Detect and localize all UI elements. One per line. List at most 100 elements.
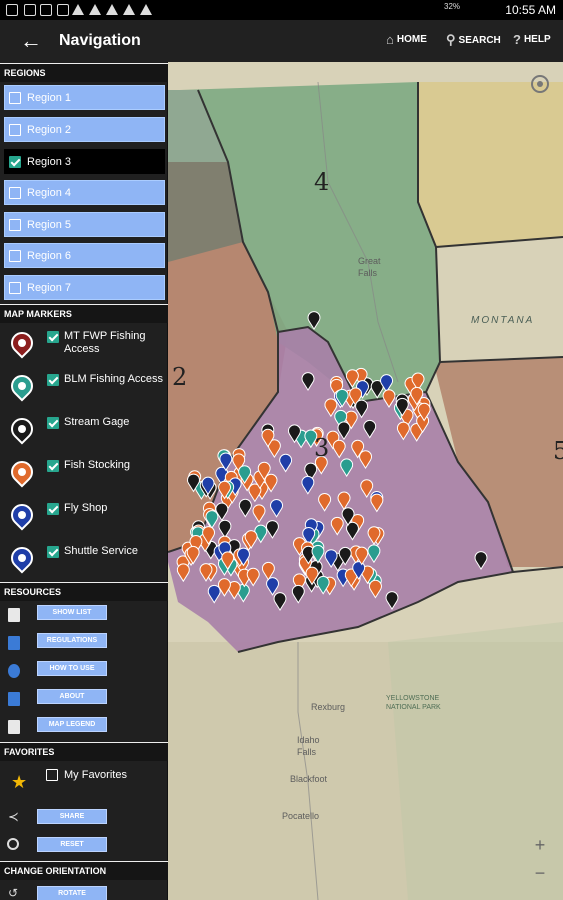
marker-toggle-shuttle[interactable]: Shuttle Service: [0, 542, 168, 583]
marker-toggle-blm[interactable]: BLM Fishing Access: [0, 370, 168, 411]
marker-toggle-fwp[interactable]: MT FWP Fishing Access: [0, 327, 168, 368]
list-icon: [8, 608, 20, 622]
page-title: Navigation: [59, 32, 141, 49]
checkbox[interactable]: [9, 91, 21, 104]
map-legend-button[interactable]: MAP LEGEND: [37, 717, 107, 732]
fwp-fishing-access-icon: [6, 327, 38, 359]
city-label: Great Falls: [358, 256, 381, 278]
marker-label: BLM Fishing Access: [64, 373, 164, 385]
checkbox-checked[interactable]: [47, 546, 59, 558]
zoom-in-button[interactable]: +: [528, 835, 552, 859]
resource-row: HOW TO USE: [0, 661, 168, 683]
marker-label: MT FWP Fishing Access: [64, 330, 146, 355]
checkbox-checked[interactable]: [47, 503, 59, 515]
marker-toggle-fish-stocking[interactable]: Fish Stocking: [0, 456, 168, 497]
state-label: MONTANA: [471, 315, 535, 326]
region-number-label: 5: [553, 437, 563, 465]
region-number-label: 3: [314, 434, 330, 462]
home-button[interactable]: ⌂ HOME: [386, 32, 427, 47]
region-label: Region 2: [27, 123, 72, 136]
warning-icon: [123, 4, 135, 15]
rotate-button[interactable]: ROTATE: [37, 886, 107, 900]
warning-icon: [106, 4, 118, 15]
fly-shop-icon: [6, 499, 38, 531]
help-icon: ?: [513, 32, 521, 47]
resource-row: SHOW LIST: [0, 605, 168, 627]
resource-row: REGULATIONS: [0, 633, 168, 655]
region-3-toggle[interactable]: Region 3: [4, 149, 165, 174]
region-5-toggle[interactable]: Region 5: [4, 212, 165, 237]
checkbox[interactable]: [9, 186, 21, 199]
region-2-toggle[interactable]: Region 2: [4, 117, 165, 142]
help-circle-icon: [8, 664, 20, 678]
show-list-button[interactable]: SHOW LIST: [37, 605, 107, 620]
marker-label: Shuttle Service: [64, 545, 138, 557]
notification-icon: [24, 4, 36, 16]
status-time: 10:55 AM: [505, 3, 556, 17]
region-label: Region 6: [27, 249, 72, 262]
info-icon: [8, 692, 20, 706]
checkbox-checked[interactable]: [47, 417, 59, 429]
shuttle-service-icon: [6, 542, 38, 574]
change-orientation-header: CHANGE ORIENTATION: [0, 861, 168, 880]
region-7-toggle[interactable]: Region 7: [4, 275, 165, 300]
region-label: Region 4: [27, 186, 72, 199]
city-label: Rexburg: [311, 702, 346, 712]
sidebar: REGIONS Region 1 Region 2 Region 3 Regio…: [0, 62, 168, 900]
region-number-label: 4: [314, 168, 330, 196]
region-label: Region 3: [27, 155, 72, 168]
search-label: SEARCH: [458, 34, 501, 46]
resource-row: ABOUT: [0, 689, 168, 711]
my-favorites-toggle[interactable]: My Favorites: [46, 769, 127, 781]
warning-icon: [72, 4, 84, 15]
region-6-toggle[interactable]: Region 6: [4, 243, 165, 268]
reset-icon: [7, 838, 19, 850]
checkbox-checked[interactable]: [47, 331, 59, 343]
help-label: HELP: [523, 34, 551, 45]
checkbox[interactable]: [9, 281, 21, 294]
marker-label: Fish Stocking: [64, 459, 131, 471]
region-number-label: 2: [172, 363, 188, 391]
help-button[interactable]: ? HELP: [513, 32, 551, 47]
regulations-button[interactable]: REGULATIONS: [37, 633, 107, 648]
about-button[interactable]: ABOUT: [37, 689, 107, 704]
legend-icon: [8, 720, 20, 734]
status-bar: 32% 10:55 AM: [0, 0, 563, 20]
marker-toggle-stream-gage[interactable]: Stream Gage: [0, 413, 168, 454]
rotate-icon: ↺: [8, 886, 19, 900]
notification-icon: [6, 4, 18, 16]
stream-gage-icon: [6, 413, 38, 445]
checkbox-checked[interactable]: [9, 155, 21, 168]
star-icon: ★: [11, 772, 28, 792]
notification-icon: [40, 4, 52, 16]
reset-button[interactable]: RESET: [37, 837, 107, 852]
region-4-toggle[interactable]: Region 4: [4, 180, 165, 205]
back-arrow-icon[interactable]: ←: [20, 28, 42, 54]
my-location-icon[interactable]: [531, 75, 549, 93]
resource-row: MAP LEGEND: [0, 717, 168, 739]
checkbox[interactable]: [9, 218, 21, 231]
region-1-toggle[interactable]: Region 1: [4, 85, 165, 110]
marker-label: Fly Shop: [64, 502, 108, 514]
city-label: Blackfoot: [290, 774, 328, 784]
checkbox[interactable]: [9, 249, 21, 262]
checkbox[interactable]: [9, 123, 21, 136]
checkbox-checked[interactable]: [47, 460, 59, 472]
favorites-header: FAVORITES: [0, 742, 168, 761]
region-label: Region 1: [27, 91, 72, 104]
marker-toggle-fly-shop[interactable]: Fly Shop: [0, 499, 168, 540]
blm-fishing-access-icon: [6, 370, 38, 402]
checkbox[interactable]: [46, 769, 58, 781]
search-button[interactable]: ⚲ SEARCH: [446, 32, 501, 48]
battery-level: 32%: [444, 2, 461, 11]
my-favorites-label: My Favorites: [64, 769, 127, 781]
checkbox-checked[interactable]: [47, 374, 59, 386]
how-to-use-button[interactable]: HOW TO USE: [37, 661, 107, 676]
share-button[interactable]: SHARE: [37, 809, 107, 824]
home-label: HOME: [396, 34, 427, 45]
city-label: Idaho Falls: [297, 735, 320, 757]
map-view[interactable]: 4 2 3 5 MONTANA Great Falls Rexburg Idah…: [168, 62, 563, 900]
zoom-out-button[interactable]: −: [528, 863, 552, 887]
map-canvas[interactable]: [168, 62, 563, 900]
park-label: YELLOWSTONE NATIONAL PARK: [386, 695, 441, 711]
